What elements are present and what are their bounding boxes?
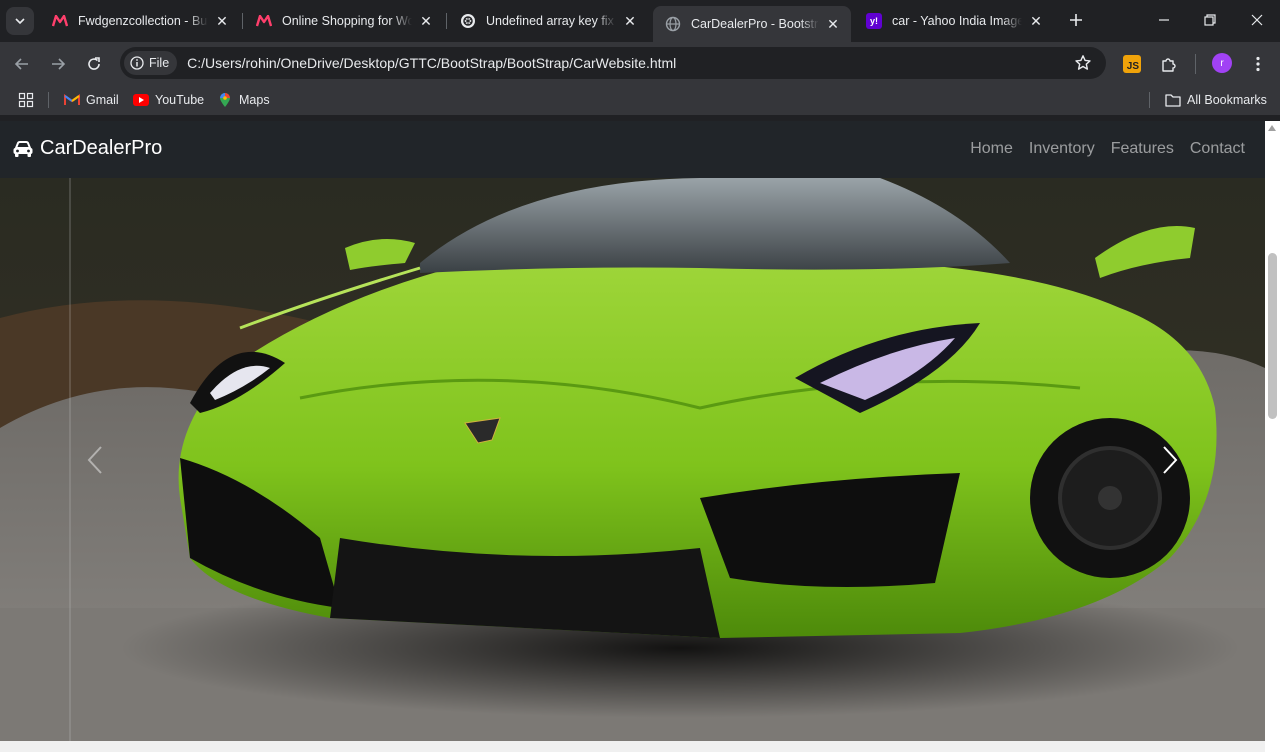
chevron-down-icon [15, 18, 25, 25]
page-scrollbar[interactable] [1265, 121, 1280, 752]
tab-title: car - Yahoo India Image S [892, 14, 1022, 28]
close-icon[interactable]: ✕ [825, 16, 841, 32]
puzzle-icon [1162, 58, 1176, 72]
tab-title: Online Shopping for Won [282, 14, 412, 28]
bookmark-gmail[interactable]: Gmail [64, 91, 119, 109]
tab-3-active[interactable]: CarDealerPro - Bootstrap ✕ [653, 6, 851, 42]
reload-icon [88, 57, 100, 70]
info-icon [130, 56, 144, 70]
nav-inventory[interactable]: Inventory [1029, 140, 1095, 158]
bookmark-label: YouTube [155, 93, 205, 107]
close-icon [1251, 14, 1263, 26]
tab-0[interactable]: Fwdgenzcollection - Buy ✕ [40, 6, 240, 36]
url-text[interactable]: C:/Users/rohin/OneDrive/Desktop/GTTC/Boo… [187, 55, 676, 71]
page-viewport: CarDealerPro Home Inventory Features Con… [0, 121, 1280, 752]
tab-divider [446, 13, 447, 29]
bookmarks-divider [48, 92, 49, 108]
youtube-icon [133, 92, 149, 108]
address-bar[interactable]: File C:/Users/rohin/OneDrive/Desktop/GTT… [120, 47, 1106, 79]
scrollbar-thumb[interactable] [1268, 253, 1277, 419]
tab-divider [242, 13, 243, 29]
tab-search-button[interactable] [6, 7, 34, 35]
gmail-icon [64, 92, 80, 108]
all-bookmarks-label: All Bookmarks [1187, 93, 1267, 107]
minimize-button[interactable] [1141, 6, 1187, 34]
bookmarks-bar: Gmail YouTube Maps All Bookmarks [0, 84, 1280, 116]
brand-name: CarDealerPro [40, 137, 163, 159]
bookmarks-divider [1149, 92, 1150, 108]
nav-contact[interactable]: Contact [1190, 140, 1245, 158]
nav-links: Home Inventory Features Contact [954, 140, 1245, 158]
restore-button[interactable] [1187, 6, 1233, 34]
myntra-logo-icon [256, 13, 272, 29]
carousel-next-button[interactable] [1120, 178, 1220, 741]
hero-carousel [0, 178, 1265, 741]
myntra-logo-icon [52, 13, 68, 29]
arrow-left-icon [14, 58, 28, 70]
restore-icon [1204, 14, 1216, 26]
close-icon[interactable]: ✕ [1028, 13, 1044, 29]
bookmark-label: Maps [239, 93, 270, 107]
profile-initial: r [1220, 57, 1224, 69]
tab-2[interactable]: Undefined array key fix ✕ [448, 6, 648, 36]
close-window-button[interactable] [1234, 6, 1280, 34]
arrow-right-icon [52, 58, 66, 70]
yahoo-logo-icon: y! [866, 13, 882, 29]
nav-features[interactable]: Features [1111, 140, 1174, 158]
scheme-label: File [149, 56, 170, 70]
tab-title: Fwdgenzcollection - Buy [78, 14, 208, 28]
page-below-carousel [0, 741, 1265, 752]
tab-1[interactable]: Online Shopping for Won ✕ [244, 6, 444, 36]
chevron-left-icon [87, 445, 102, 474]
maps-icon [217, 92, 233, 108]
back-button[interactable] [8, 50, 36, 78]
carousel-prev-button[interactable] [45, 178, 145, 741]
scroll-up-arrow-icon[interactable] [1268, 125, 1276, 131]
carousel-slide-image [0, 178, 1265, 741]
globe-icon [665, 16, 681, 32]
bookmark-label: Gmail [86, 93, 119, 107]
tab-4[interactable]: y! car - Yahoo India Image S ✕ [854, 6, 1054, 36]
site-navbar: CarDealerPro Home Inventory Features Con… [0, 121, 1265, 178]
reload-button[interactable] [80, 50, 108, 78]
chevron-right-icon [1163, 445, 1178, 474]
bookmark-maps[interactable]: Maps [217, 91, 270, 109]
profile-avatar[interactable]: r [1212, 53, 1232, 73]
new-tab-button[interactable] [1064, 8, 1088, 32]
plus-icon [1070, 14, 1082, 26]
bookmark-star-icon[interactable] [1074, 54, 1092, 72]
car-icon [13, 140, 33, 157]
kebab-menu-icon [1256, 56, 1260, 72]
apps-button[interactable] [18, 91, 34, 109]
js-extension-label: JS [1126, 61, 1139, 72]
brand-link[interactable]: CarDealerPro [12, 137, 162, 160]
folder-icon [1165, 92, 1181, 108]
close-icon[interactable]: ✕ [214, 13, 230, 29]
apps-grid-icon [18, 92, 34, 108]
minimize-icon [1159, 19, 1169, 21]
tab-strip: Fwdgenzcollection - Buy ✕ Online Shoppin… [0, 0, 1280, 42]
browser-toolbar: File C:/Users/rohin/OneDrive/Desktop/GTT… [0, 42, 1280, 84]
chatgpt-logo-icon [460, 13, 476, 29]
tab-title: Undefined array key fix [486, 14, 614, 28]
forward-button[interactable] [44, 50, 72, 78]
js-extension-button[interactable]: JS [1123, 55, 1141, 73]
close-icon[interactable]: ✕ [418, 13, 434, 29]
close-icon[interactable]: ✕ [622, 13, 638, 29]
all-bookmarks-button[interactable]: All Bookmarks [1165, 91, 1267, 109]
site-info-chip[interactable]: File [124, 51, 178, 75]
tab-title: CarDealerPro - Bootstrap [691, 17, 819, 31]
bookmark-youtube[interactable]: YouTube [133, 91, 204, 109]
extensions-button[interactable] [1155, 50, 1183, 78]
nav-home[interactable]: Home [970, 140, 1013, 158]
toolbar-divider [1195, 54, 1196, 74]
menu-button[interactable] [1244, 50, 1272, 78]
